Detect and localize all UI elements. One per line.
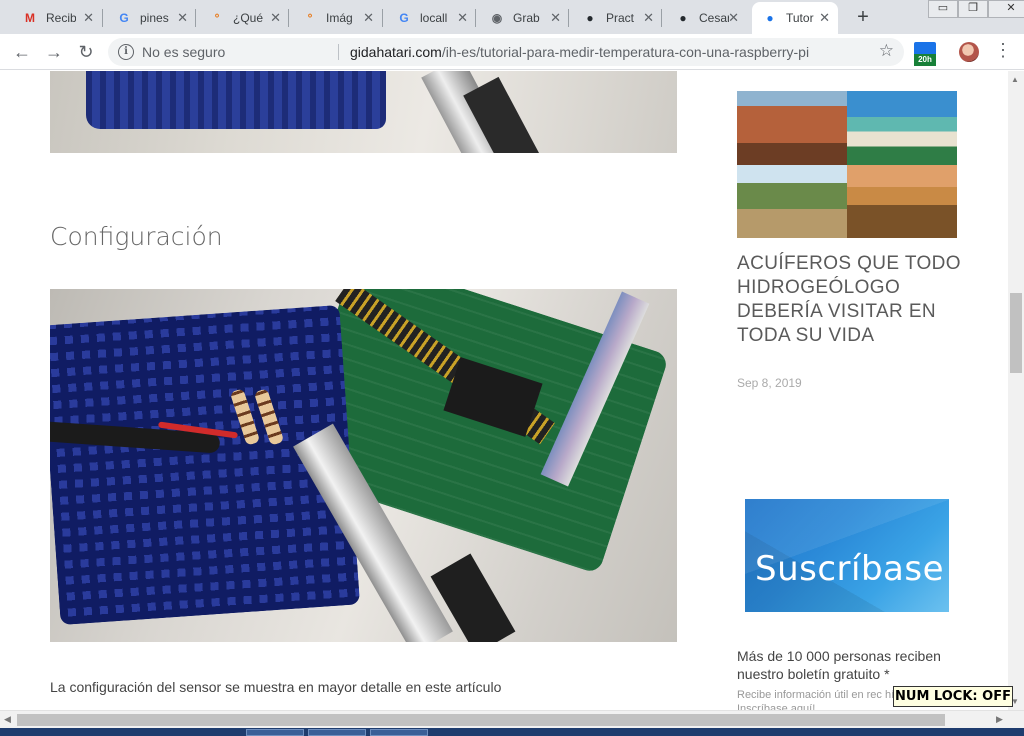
profile-avatar[interactable] (959, 42, 979, 62)
tab-label: ¿Qué (233, 11, 263, 25)
dots-icon: ° (307, 11, 313, 25)
close-tab-icon[interactable]: ✕ (728, 10, 739, 26)
close-tab-icon[interactable]: ✕ (270, 10, 281, 26)
tab-label: pines (140, 11, 169, 25)
tab-6[interactable]: ◉ Grab ✕ (479, 2, 569, 34)
horizontal-scrollbar[interactable]: ◀ ▶ (0, 710, 1024, 728)
url-host: gidahatari.com (350, 44, 442, 60)
sidebar-post-title-link[interactable]: ACUÍFEROS QUE TODO HIDROGEÓLOGO DEBERÍA … (737, 252, 967, 348)
post-thumbnail[interactable] (737, 91, 957, 238)
globe-icon: ◉ (491, 11, 503, 25)
thumbnail-canyon (737, 91, 847, 165)
subscribe-banner[interactable]: Suscríbase (745, 499, 949, 612)
tab-separator (288, 9, 289, 27)
url-text[interactable]: gidahatari.com/ih-es/tutorial-para-medir… (350, 44, 809, 60)
tab-label: locall (420, 11, 448, 25)
address-separator (338, 44, 339, 60)
restore-button[interactable]: ❐ (958, 0, 988, 18)
scroll-right-icon[interactable]: ▶ (996, 714, 1003, 725)
raspberry-pi-setup-photo (50, 289, 677, 642)
scroll-left-icon[interactable]: ◀ (4, 714, 11, 725)
page-content: Configuración La configuración del senso… (0, 71, 1008, 710)
browser-menu-icon[interactable]: ⋮ (994, 40, 1012, 61)
tab-4[interactable]: ° Imág ✕ (292, 2, 382, 34)
google-icon: G (119, 11, 129, 25)
github-icon: ● (679, 11, 687, 25)
reload-button[interactable]: ↻ (74, 40, 98, 64)
forward-button[interactable]: → (42, 40, 66, 64)
tab-9[interactable]: ● Tutor ✕ (752, 2, 838, 34)
close-tab-icon[interactable]: ✕ (550, 10, 561, 26)
photo-breadboard-shape (86, 71, 386, 129)
tab-label: Recib (46, 11, 76, 25)
google-icon: G (399, 11, 409, 25)
tab-1[interactable]: M Recib ✕ (12, 2, 102, 34)
thumbnail-desert (847, 164, 957, 238)
url-path: /ih-es/tutorial-para-medir-temperatura-c… (441, 44, 810, 60)
gmail-icon: M (25, 11, 35, 25)
new-tab-button[interactable]: + (853, 6, 873, 29)
close-tab-icon[interactable]: ✕ (177, 10, 188, 26)
security-indicator[interactable]: No es seguro (142, 44, 225, 60)
close-tab-icon[interactable]: ✕ (819, 10, 830, 26)
bookmark-star-icon[interactable]: ☆ (879, 41, 894, 61)
tab-strip: + ▭ ❐ ✕ M Recib ✕ Gpines ✕ ° ¿Qué ✕ ° Imág ✕ Glocal… (0, 0, 1024, 34)
article-paragraph: La configuración del sensor se muestra e… (50, 679, 502, 695)
tab-label: Cesar (699, 11, 729, 25)
tab-label: Imág (326, 11, 353, 25)
taskbar-app[interactable] (246, 729, 304, 736)
window-controls: ▭ ❐ ✕ (928, 0, 1024, 18)
tab-label: Tutor (786, 11, 814, 25)
address-bar[interactable]: i No es seguro gidahatari.com/ih-es/tuto… (108, 38, 904, 66)
tab-separator (568, 9, 569, 27)
section-heading: Configuración (50, 222, 223, 251)
extension-badge: 20h (914, 54, 936, 66)
taskbar-app[interactable] (370, 729, 428, 736)
browser-toolbar: ← → ↻ i No es seguro gidahatari.com/ih-e… (0, 34, 1024, 70)
dots-icon: ° (214, 11, 220, 25)
tab-label: Grab (513, 11, 540, 25)
tab-7[interactable]: ● Pract ✕ (572, 2, 662, 34)
vertical-scroll-thumb[interactable] (1010, 293, 1022, 373)
close-tab-icon[interactable]: ✕ (457, 10, 468, 26)
minimize-button[interactable]: ▭ (928, 0, 958, 18)
subscribe-banner-text: Suscríbase (755, 549, 945, 589)
site-icon: ● (766, 11, 774, 25)
tab-separator (382, 9, 383, 27)
tab-3[interactable]: ° ¿Qué ✕ (199, 2, 289, 34)
vertical-scrollbar[interactable]: ▲ ▼ (1008, 71, 1024, 710)
scroll-up-icon[interactable]: ▲ (1011, 75, 1019, 84)
tab-separator (475, 9, 476, 27)
os-taskbar (0, 728, 1024, 736)
thumbnail-beach (847, 91, 957, 165)
thumbnail-oasis (737, 164, 847, 238)
breadboard-photo-partial (50, 71, 677, 153)
back-button[interactable]: ← (10, 40, 34, 64)
close-tab-icon[interactable]: ✕ (643, 10, 654, 26)
tab-2[interactable]: Gpines ✕ (106, 2, 196, 34)
github-icon: ● (586, 11, 594, 25)
tab-5[interactable]: Glocall ✕ (386, 2, 476, 34)
close-tab-icon[interactable]: ✕ (83, 10, 94, 26)
extension-calendar-icon[interactable]: 20h (914, 42, 936, 66)
browser-window: + ▭ ❐ ✕ M Recib ✕ Gpines ✕ ° ¿Qué ✕ ° Imág ✕ Glocal… (0, 0, 1024, 736)
sidebar-post-date: Sep 8, 2019 (737, 376, 802, 390)
close-window-button[interactable]: ✕ (988, 0, 1024, 18)
horizontal-scroll-thumb[interactable] (17, 714, 945, 726)
tab-separator (661, 9, 662, 27)
tab-separator (195, 9, 196, 27)
taskbar-app[interactable] (308, 729, 366, 736)
close-tab-icon[interactable]: ✕ (363, 10, 374, 26)
tab-8[interactable]: ● Cesar ✕ (665, 2, 747, 34)
extension-calendar-top (914, 42, 936, 54)
newsletter-heading: Más de 10 000 personas reciben nuestro b… (737, 648, 941, 682)
tab-label: Pract (606, 11, 635, 25)
numlock-indicator: NUM LOCK: OFF (893, 686, 1013, 707)
tab-separator (102, 9, 103, 27)
info-icon[interactable]: i (118, 44, 134, 60)
